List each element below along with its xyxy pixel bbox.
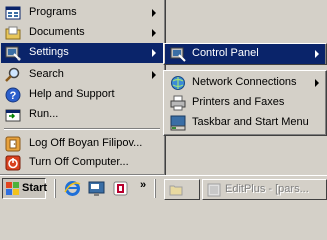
submenu-arrow-icon	[315, 79, 319, 87]
start-menu-item-turn-off[interactable]: Turn Off Computer...	[1, 153, 163, 173]
submenu-item-label: Control Panel	[192, 47, 259, 59]
windows-logo-icon	[6, 182, 20, 195]
start-menu-item-search[interactable]: Search	[1, 65, 163, 85]
control-panel-submenu: Network Connections Printers and Faxes T…	[163, 70, 327, 136]
media-icon[interactable]	[112, 180, 129, 197]
start-menu-item-settings[interactable]: Settings	[1, 43, 163, 63]
start-menu-item-label: Programs	[29, 6, 77, 18]
quick-launch-chevron[interactable]: »	[140, 179, 146, 191]
log-off-icon	[5, 136, 21, 152]
internet-explorer-icon[interactable]	[64, 180, 81, 197]
search-icon	[5, 67, 21, 83]
start-button[interactable]: Start	[2, 178, 48, 199]
submenu-item-printers-and-faxes[interactable]: Printers and Faxes	[165, 93, 325, 113]
help-icon: ?	[5, 87, 21, 103]
submenu-item-taskbar-and-start-menu[interactable]: Taskbar and Start Menu	[165, 113, 325, 133]
start-menu-item-label: Run...	[29, 108, 59, 120]
programs-icon	[5, 5, 21, 21]
start-menu-item-run[interactable]: Run...	[1, 105, 163, 125]
submenu-item-label: Printers and Faxes	[192, 96, 285, 108]
start-menu-item-documents[interactable]: Documents	[1, 23, 163, 43]
start-menu-item-help[interactable]: ? Help and Support	[1, 85, 163, 105]
submenu-arrow-icon	[315, 50, 319, 58]
start-button-label: Start	[22, 182, 48, 194]
submenu-arrow-icon	[152, 29, 156, 37]
show-desktop-icon[interactable]	[88, 180, 105, 197]
printers-icon	[170, 95, 186, 111]
start-menu-item-programs[interactable]: Programs	[1, 3, 163, 23]
submenu-item-control-panel[interactable]: Control Panel	[165, 44, 325, 64]
start-menu-item-label: Documents	[29, 26, 85, 38]
turn-off-icon	[5, 155, 21, 171]
submenu-arrow-icon	[152, 71, 156, 79]
taskbar-icon	[170, 115, 186, 131]
toolbar-grip[interactable]	[54, 179, 56, 198]
submenu-item-network-connections[interactable]: Network Connections	[165, 73, 325, 93]
editplus-icon	[207, 183, 221, 197]
svg-text:?: ?	[10, 90, 17, 102]
start-menu: Programs Documents Settings Search ? Hel…	[0, 0, 166, 176]
menu-separator	[4, 128, 160, 130]
control-panel-icon	[170, 46, 186, 62]
taskbar-window-label: EditPlus - [pars...	[225, 183, 309, 195]
start-menu-item-label: Search	[29, 68, 64, 80]
documents-icon	[5, 25, 21, 41]
start-menu-item-label: Log Off Boyan Filipov...	[29, 137, 143, 149]
taskbar: Start » EditPlus - [pars...	[0, 175, 327, 202]
settings-icon	[5, 45, 21, 61]
submenu-arrow-icon	[152, 49, 156, 57]
start-menu-item-label: Settings	[29, 46, 69, 58]
submenu-item-label: Network Connections	[192, 76, 297, 88]
run-icon	[5, 107, 21, 123]
toolbar-grip[interactable]	[154, 179, 156, 198]
submenu-arrow-icon	[152, 9, 156, 17]
start-menu-item-label: Help and Support	[29, 88, 115, 100]
start-menu-item-label: Turn Off Computer...	[29, 156, 129, 168]
taskbar-window-button[interactable]	[164, 179, 200, 200]
settings-submenu: Control Panel	[163, 43, 327, 65]
network-connections-icon	[170, 75, 186, 91]
taskbar-window-editplus[interactable]: EditPlus - [pars...	[202, 179, 327, 200]
folder-icon	[169, 183, 183, 197]
submenu-item-label: Taskbar and Start Menu	[192, 116, 309, 128]
start-menu-item-log-off[interactable]: Log Off Boyan Filipov...	[1, 134, 163, 154]
